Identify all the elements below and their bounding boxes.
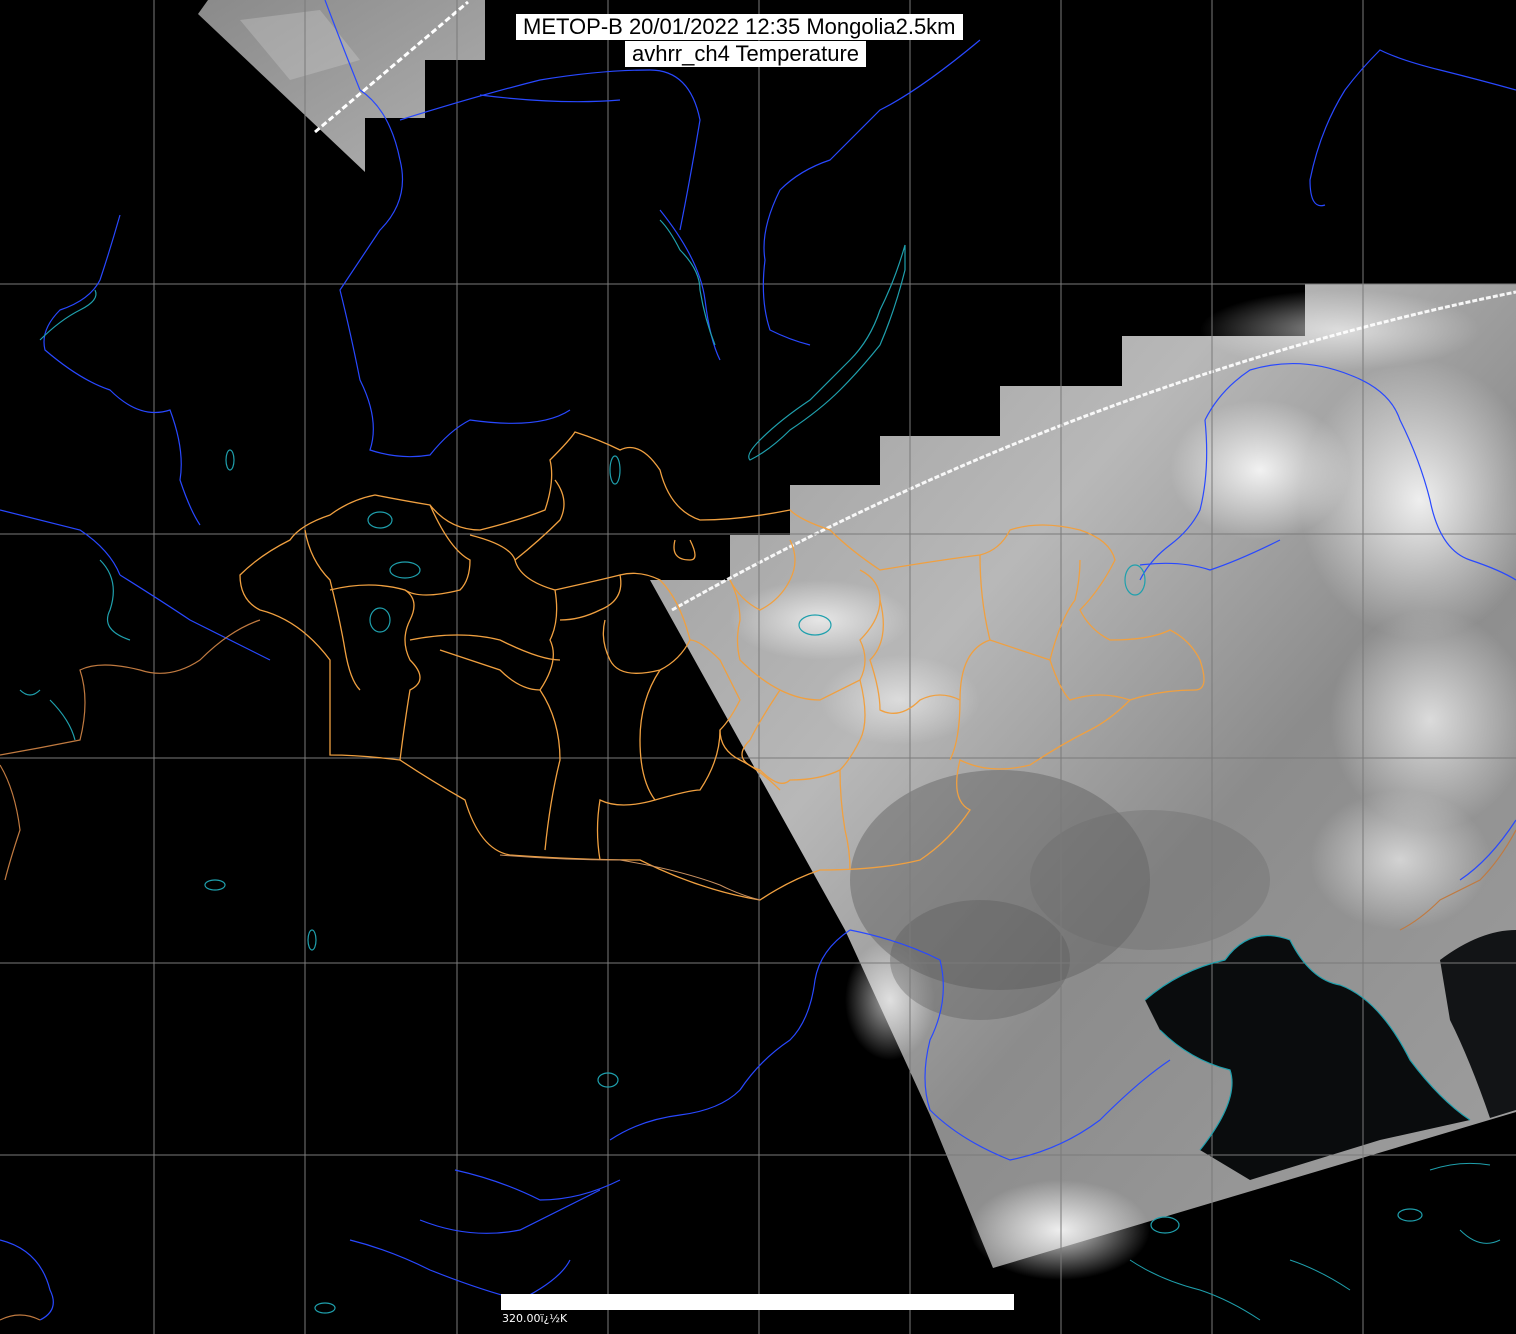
color-scale-label: 320.00ï¿½K — [502, 1312, 568, 1325]
color-scale-bar — [501, 1294, 1014, 1310]
map-title: METOP-B 20/01/2022 12:35 Mongolia2.5km — [516, 14, 963, 40]
map-subtitle: avhrr_ch4 Temperature — [625, 41, 867, 67]
satellite-map — [0, 0, 1516, 1334]
